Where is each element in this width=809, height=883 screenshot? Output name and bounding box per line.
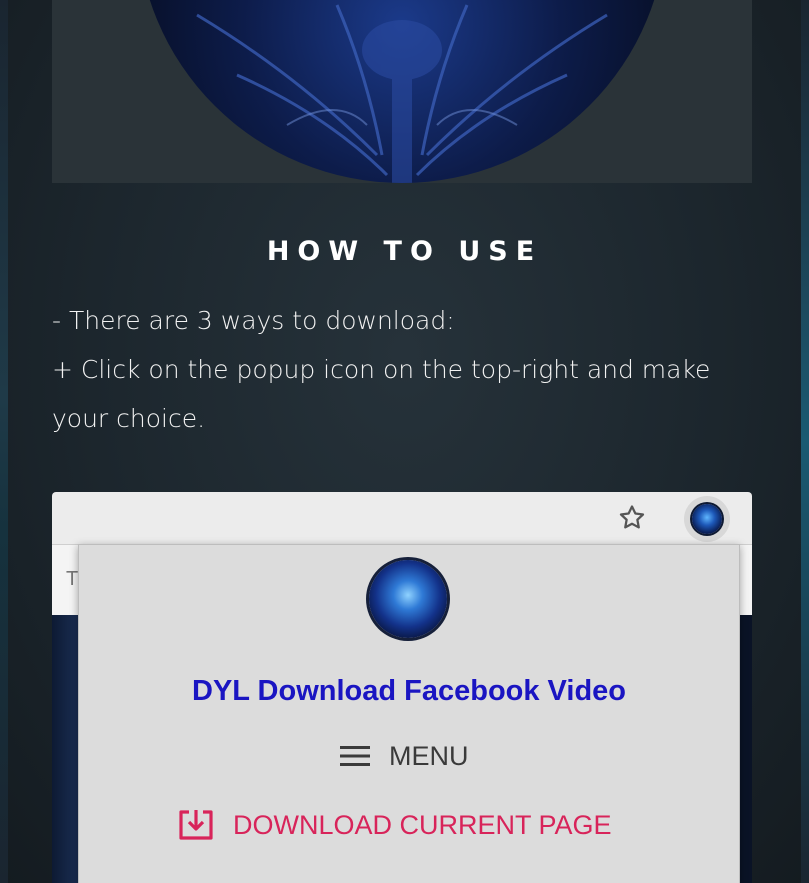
menu-button[interactable]: MENU xyxy=(339,738,469,774)
browser-screenshot: T DYL Download Facebook Video MENU DOWNL… xyxy=(52,492,752,883)
intro-text: - There are 3 ways to download: xyxy=(52,306,455,335)
bookmark-button[interactable] xyxy=(612,498,652,538)
hero-image-panel xyxy=(52,0,752,183)
extension-button[interactable] xyxy=(684,496,730,542)
right-edge-decoration xyxy=(801,0,809,883)
download-current-page-button[interactable]: DOWNLOAD CURRENT PAGE xyxy=(177,807,612,843)
extension-avatar-icon xyxy=(692,504,722,534)
hamburger-menu-icon xyxy=(340,746,370,766)
download-icon xyxy=(179,810,213,840)
tab-title-fragment: T xyxy=(66,568,79,590)
menu-label: MENU xyxy=(389,740,469,771)
popup-title: DYL Download Facebook Video xyxy=(192,675,626,707)
star-icon xyxy=(619,505,645,529)
popup-logo-avatar xyxy=(369,560,447,638)
section-heading: HOW TO USE xyxy=(266,236,543,267)
hero-artwork-image xyxy=(137,0,667,183)
browser-toolbar xyxy=(52,492,752,545)
left-edge-decoration xyxy=(0,0,8,883)
extension-popup: DYL Download Facebook Video MENU DOWNLOA… xyxy=(78,544,740,883)
download-label: DOWNLOAD CURRENT PAGE xyxy=(233,809,612,840)
step-text: + Click on the popup icon on the top-rig… xyxy=(52,355,711,433)
